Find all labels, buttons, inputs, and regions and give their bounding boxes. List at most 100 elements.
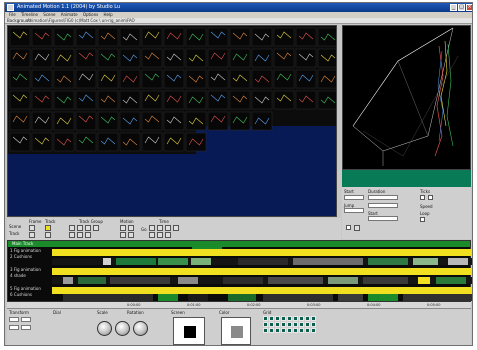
palette-cell[interactable] xyxy=(287,328,292,333)
animation-thumbnail[interactable] xyxy=(185,90,207,110)
animation-thumbnail[interactable] xyxy=(229,27,251,47)
animation-thumbnail[interactable] xyxy=(229,48,251,68)
track-bar-3[interactable] xyxy=(52,268,472,275)
palette-cell[interactable] xyxy=(299,316,304,321)
animation-thumbnail[interactable] xyxy=(185,132,207,152)
animation-thumbnail[interactable] xyxy=(273,90,295,110)
animation-thumbnail[interactable] xyxy=(317,48,337,68)
palette-cell[interactable] xyxy=(299,328,304,333)
group-button-6[interactable] xyxy=(77,232,83,238)
animation-thumbnail[interactable] xyxy=(97,90,119,110)
timeline-frame[interactable] xyxy=(228,294,256,301)
palette-cell[interactable] xyxy=(281,316,286,321)
animation-thumbnail[interactable] xyxy=(53,69,75,89)
palette-cell[interactable] xyxy=(293,328,298,333)
transform-y-field[interactable] xyxy=(21,317,31,322)
animation-thumbnail[interactable] xyxy=(141,132,163,152)
group-button-2[interactable] xyxy=(77,225,83,231)
time-ruler[interactable]: 0:00:00 0:01:00 0:02:00 0:03:00 0:04:00 … xyxy=(7,302,471,309)
animation-thumbnail[interactable] xyxy=(119,69,141,89)
color-swatch[interactable] xyxy=(221,317,251,345)
animation-thumbnail[interactable] xyxy=(9,27,31,47)
animation-thumbnail[interactable] xyxy=(317,69,337,89)
animation-thumbnail[interactable] xyxy=(185,48,207,68)
animation-thumbnail[interactable] xyxy=(141,69,163,89)
path-field[interactable]: Animation\Figures\FIG0 (c)Matt Cox \ un-… xyxy=(27,18,135,24)
animation-thumbnail[interactable] xyxy=(273,27,295,47)
palette-grid[interactable] xyxy=(263,316,323,344)
animation-thumbnail[interactable] xyxy=(75,90,97,110)
timeline-panel[interactable]: Main Track 1 Fig animation 2 Cushions 3 … xyxy=(7,240,472,302)
animation-thumbnail[interactable] xyxy=(251,48,273,68)
palette-cell[interactable] xyxy=(269,328,274,333)
palette-cell[interactable] xyxy=(275,328,280,333)
palette-cell[interactable] xyxy=(305,328,310,333)
animation-thumbnail[interactable] xyxy=(97,111,119,131)
animation-thumbnail[interactable] xyxy=(317,27,337,47)
start-value-field[interactable] xyxy=(368,203,398,208)
animation-thumbnail[interactable] xyxy=(273,69,295,89)
animation-thumbnail[interactable] xyxy=(207,90,229,110)
animation-thumbnail[interactable] xyxy=(75,48,97,68)
animation-thumbnail[interactable] xyxy=(31,132,53,152)
animation-thumbnail[interactable] xyxy=(97,48,119,68)
3d-preview[interactable] xyxy=(342,25,471,170)
palette-cell[interactable] xyxy=(293,316,298,321)
group-button-1[interactable] xyxy=(69,225,75,231)
animation-thumbnail[interactable] xyxy=(53,132,75,152)
track-label-4[interactable]: 4 shade xyxy=(10,273,26,278)
animation-thumbnail[interactable] xyxy=(141,90,163,110)
animation-thumbnail[interactable] xyxy=(119,27,141,47)
animation-thumbnail[interactable] xyxy=(53,48,75,68)
animation-thumbnail[interactable] xyxy=(207,27,229,47)
track-bar-1[interactable] xyxy=(52,249,472,256)
palette-cell[interactable] xyxy=(299,322,304,327)
option-checkbox[interactable] xyxy=(346,225,351,230)
timeline-frame[interactable] xyxy=(338,294,363,301)
group-button-7[interactable] xyxy=(85,232,91,238)
time-button-5[interactable] xyxy=(149,232,155,238)
palette-cell[interactable] xyxy=(269,316,274,321)
animation-thumbnail[interactable] xyxy=(75,69,97,89)
dial-y-knob[interactable] xyxy=(115,321,130,336)
animation-thumbnail[interactable] xyxy=(295,48,317,68)
motion-button-4[interactable] xyxy=(128,232,134,238)
animation-thumbnail[interactable] xyxy=(9,69,31,89)
time-button-2[interactable] xyxy=(157,225,163,231)
palette-cell[interactable] xyxy=(305,322,310,327)
timeline-frame[interactable] xyxy=(158,294,178,301)
palette-cell[interactable] xyxy=(281,322,286,327)
animation-thumbnail[interactable] xyxy=(31,111,53,131)
palette-cell[interactable] xyxy=(275,316,280,321)
palette-cell[interactable] xyxy=(305,316,310,321)
palette-cell[interactable] xyxy=(311,316,316,321)
timeline-frame[interactable] xyxy=(188,294,208,301)
animation-thumbnail[interactable] xyxy=(141,27,163,47)
maximize-button[interactable]: □ xyxy=(458,4,465,11)
transform-z-field[interactable] xyxy=(9,325,19,330)
animation-thumbnail[interactable] xyxy=(273,48,295,68)
thumbnail-grid[interactable] xyxy=(8,26,337,217)
animation-thumbnail[interactable] xyxy=(207,69,229,89)
animation-thumbnail[interactable] xyxy=(31,90,53,110)
track-label-5[interactable]: 5 Fig animation xyxy=(10,286,41,291)
palette-cell[interactable] xyxy=(311,328,316,333)
loop-checkbox[interactable] xyxy=(420,217,425,222)
dial-z-knob[interactable] xyxy=(133,321,148,336)
animation-thumbnail[interactable] xyxy=(97,132,119,152)
animation-thumbnail[interactable] xyxy=(251,69,273,89)
track-strip-4[interactable] xyxy=(52,277,472,284)
timeline-frame[interactable] xyxy=(368,294,398,301)
motion-button-1[interactable] xyxy=(120,225,126,231)
panel-apply-button[interactable] xyxy=(354,225,360,231)
animation-thumbnail[interactable] xyxy=(163,48,185,68)
animation-thumbnail[interactable] xyxy=(119,111,141,131)
animation-thumbnail[interactable] xyxy=(185,111,207,131)
palette-cell[interactable] xyxy=(275,322,280,327)
track-label-6[interactable]: 6 Cushions xyxy=(10,292,32,297)
animation-library[interactable] xyxy=(7,25,337,217)
animation-thumbnail[interactable] xyxy=(53,27,75,47)
animation-thumbnail[interactable] xyxy=(295,27,317,47)
animation-thumbnail[interactable] xyxy=(163,111,185,131)
animation-thumbnail[interactable] xyxy=(295,69,317,89)
